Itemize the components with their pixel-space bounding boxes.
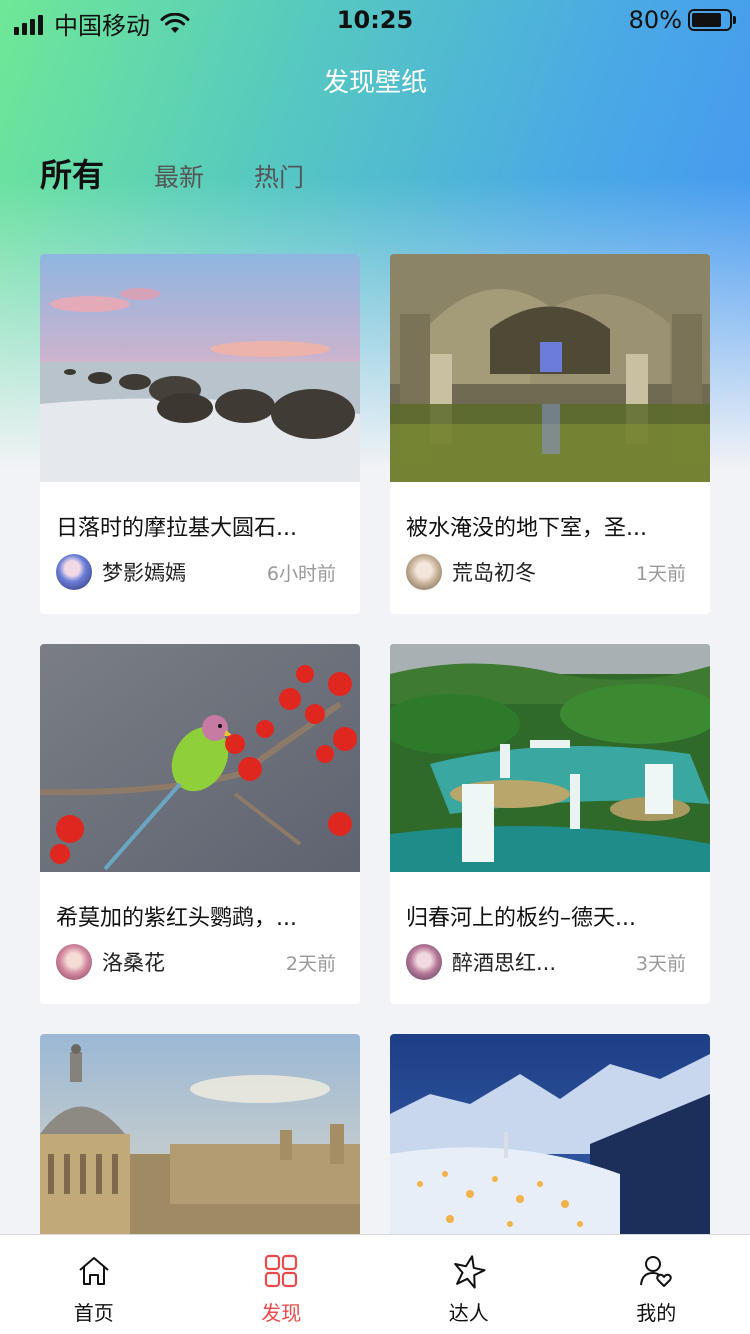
star-icon [453, 1255, 486, 1289]
wallpaper-grid: 日落时的摩拉基大圆石... 梦影嫣嫣 6小时前 被水淹没的地下室，圣... 荒岛… [40, 254, 710, 1334]
nav-item-home[interactable]: 首页 [0, 1235, 188, 1334]
author-name[interactable]: 洛桑花 [102, 947, 286, 977]
post-time: 1天前 [635, 562, 686, 585]
nav-item-discover[interactable]: 发现 [188, 1235, 376, 1334]
card-meta: 洛桑花 2天前 [56, 944, 344, 980]
nav-item-mine[interactable]: 我的 [563, 1235, 750, 1334]
wallpaper-card[interactable]: 归春河上的板约–德天... 醉酒思红... 3天前 [390, 644, 710, 1004]
battery-percent: 80% [628, 6, 682, 34]
battery-icon [688, 9, 736, 31]
bottom-navigation: 首页 发现 达人 我的 [0, 1234, 750, 1334]
home-icon [79, 1257, 109, 1285]
author-name[interactable]: 醉酒思红... [452, 947, 636, 977]
status-bar: 中国移动 10:25 80% [0, 0, 750, 40]
wallpaper-card[interactable]: 希莫加的紫红头鹦鹉，... 洛桑花 2天前 [40, 644, 360, 1004]
nav-label: 发现 [261, 1301, 302, 1325]
tab-all[interactable]: 所有 [40, 150, 104, 196]
tab-latest[interactable]: 最新 [154, 158, 204, 194]
card-title: 日落时的摩拉基大圆石... [56, 516, 297, 541]
post-time: 6小时前 [266, 562, 336, 585]
wallpaper-thumbnail[interactable] [40, 644, 360, 872]
wallpaper-thumbnail[interactable] [390, 1034, 710, 1262]
card-meta: 荒岛初冬 1天前 [406, 554, 694, 590]
nav-item-experts[interactable]: 达人 [375, 1235, 563, 1334]
status-right: 80% [628, 6, 736, 34]
card-meta: 醉酒思红... 3天前 [406, 944, 694, 980]
card-title: 归春河上的板约–德天... [406, 906, 636, 931]
nav-label: 我的 [636, 1301, 677, 1325]
nav-label: 首页 [73, 1301, 114, 1325]
tab-hot[interactable]: 热门 [254, 158, 304, 194]
avatar[interactable] [56, 944, 92, 980]
wallpaper-thumbnail[interactable] [390, 644, 710, 872]
wallpaper-thumbnail[interactable] [40, 254, 360, 482]
filter-tabs: 所有 最新 热门 [40, 150, 354, 196]
profile-icon [640, 1256, 673, 1287]
post-time: 3天前 [635, 952, 686, 975]
post-time: 2天前 [285, 952, 336, 975]
grid-icon [265, 1254, 298, 1288]
author-name[interactable]: 梦影嫣嫣 [102, 557, 267, 587]
wallpaper-card[interactable]: 日落时的摩拉基大圆石... 梦影嫣嫣 6小时前 [40, 254, 360, 614]
card-title: 被水淹没的地下室，圣... [406, 516, 647, 541]
card-info: 被水淹没的地下室，圣... 荒岛初冬 1天前 [390, 482, 710, 590]
card-info: 希莫加的紫红头鹦鹉，... 洛桑花 2天前 [40, 872, 360, 980]
card-meta: 梦影嫣嫣 6小时前 [56, 554, 344, 590]
card-info: 归春河上的板约–德天... 醉酒思红... 3天前 [390, 872, 710, 980]
avatar[interactable] [406, 944, 442, 980]
avatar[interactable] [406, 554, 442, 590]
nav-label: 达人 [448, 1301, 489, 1325]
wallpaper-thumbnail[interactable] [40, 1034, 360, 1262]
author-name[interactable]: 荒岛初冬 [452, 557, 636, 587]
page-title: 发现壁纸 [322, 68, 427, 98]
wallpaper-card[interactable]: 被水淹没的地下室，圣... 荒岛初冬 1天前 [390, 254, 710, 614]
card-info: 日落时的摩拉基大圆石... 梦影嫣嫣 6小时前 [40, 482, 360, 590]
avatar[interactable] [56, 554, 92, 590]
wallpaper-thumbnail[interactable] [390, 254, 710, 482]
card-title: 希莫加的紫红头鹦鹉，... [56, 906, 297, 931]
